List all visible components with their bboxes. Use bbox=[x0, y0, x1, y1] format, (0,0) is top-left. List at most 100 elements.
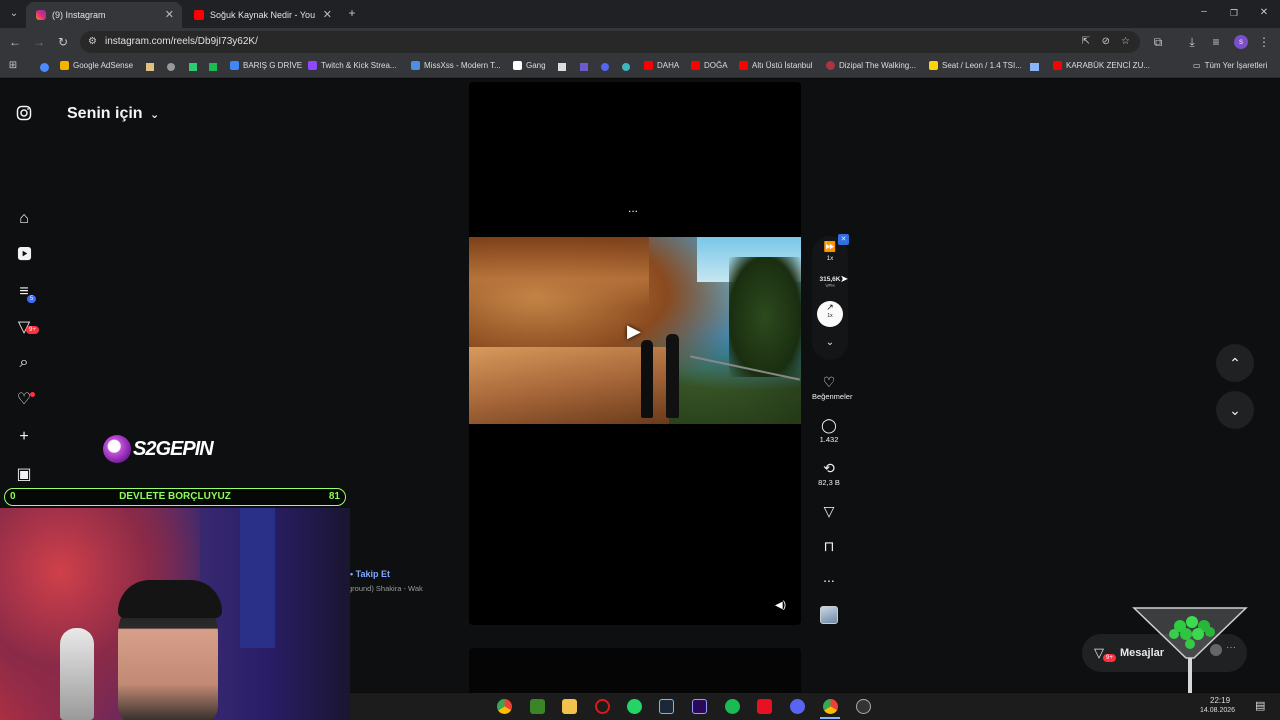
chevron-down-icon: ⌄ bbox=[150, 109, 160, 121]
create-icon[interactable]: + bbox=[14, 427, 34, 447]
spotify-icon[interactable] bbox=[725, 699, 740, 714]
more-options-icon[interactable]: ... bbox=[628, 201, 638, 215]
share-button[interactable]: ▽ bbox=[812, 503, 846, 519]
minecraft-icon[interactable] bbox=[530, 699, 545, 714]
whatsapp-icon[interactable] bbox=[627, 699, 642, 714]
opera-icon[interactable] bbox=[595, 699, 610, 714]
bookmark-icon[interactable] bbox=[167, 63, 175, 71]
obs-icon[interactable] bbox=[856, 699, 871, 714]
close-tab-icon[interactable]: ✕ bbox=[323, 8, 332, 21]
steam-icon[interactable] bbox=[659, 699, 674, 714]
chrome-icon[interactable] bbox=[497, 699, 512, 714]
repost-button[interactable]: ⟲ 82,3 B bbox=[812, 460, 846, 487]
close-tab-icon[interactable]: ✕ bbox=[165, 8, 174, 21]
next-reel-button[interactable]: ⌄ bbox=[1216, 391, 1254, 429]
bookmark-icon[interactable] bbox=[558, 63, 566, 71]
more-button[interactable]: ... bbox=[812, 569, 846, 585]
apps-icon[interactable]: ⊞ bbox=[5, 59, 21, 73]
new-tab-icon[interactable]: + bbox=[344, 6, 360, 20]
bookmark-item[interactable]: Google AdSense bbox=[60, 61, 133, 70]
more-icon: ... bbox=[823, 569, 835, 585]
bookmark-item[interactable]: KARABÜK ZENCİ ZU... bbox=[1053, 61, 1150, 70]
bookmark-icon[interactable] bbox=[1030, 63, 1039, 71]
play-icon[interactable]: ▶ bbox=[627, 321, 641, 342]
address-bar[interactable]: ⚙ instagram.com/reels/Db9jI73y62K/ ⇱ ⊘ ☆ bbox=[80, 31, 1140, 53]
chevron-down-icon[interactable]: ⌄ bbox=[812, 337, 848, 348]
bookmark-icon[interactable] bbox=[622, 63, 630, 71]
download-icon[interactable]: ⤓ bbox=[1184, 35, 1200, 49]
bookmark-item[interactable]: Altı Üstü İstanbul bbox=[739, 61, 812, 70]
home-icon[interactable]: ⌂ bbox=[14, 209, 34, 229]
menu-icon[interactable]: ⋮ bbox=[1256, 35, 1272, 49]
dashboard-icon[interactable]: ▣ bbox=[14, 465, 34, 485]
bookmark-item[interactable]: DOĞA bbox=[691, 61, 728, 70]
bookmark-item[interactable]: Gang bbox=[513, 61, 546, 70]
audio-thumbnail[interactable] bbox=[820, 606, 838, 624]
audio-track[interactable]: ground) Shakira - Wak bbox=[348, 584, 423, 593]
bookmark-icon[interactable] bbox=[40, 63, 49, 72]
minimize-icon[interactable]: – bbox=[1196, 5, 1212, 19]
youtube-icon bbox=[194, 10, 204, 20]
restore-icon[interactable]: ❐ bbox=[1226, 6, 1242, 20]
folder-icon: ▭ bbox=[1193, 61, 1201, 70]
bookmark-icon[interactable] bbox=[601, 63, 609, 71]
profile-avatar[interactable]: s bbox=[1234, 35, 1248, 49]
site-info-icon[interactable]: ⚙ bbox=[88, 31, 97, 53]
bookmark-icon[interactable] bbox=[580, 63, 588, 71]
reels-icon[interactable] bbox=[14, 246, 34, 266]
all-bookmarks[interactable]: ▭ Tüm Yer İşaretleri bbox=[1193, 61, 1267, 70]
tab-search-icon[interactable]: ≡ bbox=[1208, 35, 1224, 49]
instagram-icon bbox=[36, 10, 46, 20]
app-icon[interactable] bbox=[757, 699, 772, 714]
hair bbox=[118, 580, 222, 618]
reload-icon[interactable]: ↻ bbox=[55, 35, 71, 49]
clock-time[interactable]: 22:19 bbox=[1210, 696, 1230, 705]
send-icon: ▽ bbox=[823, 503, 835, 519]
discord-icon[interactable] bbox=[790, 699, 805, 714]
bookmark-icon: ⊓ bbox=[823, 538, 835, 554]
follow-link[interactable]: • Takip Et bbox=[350, 569, 390, 579]
bookmark-item[interactable]: Seat / Leon / 1.4 TSI... bbox=[929, 61, 1022, 70]
back-icon[interactable]: ← bbox=[7, 35, 23, 49]
premiere-icon[interactable] bbox=[692, 699, 707, 714]
save-button[interactable]: ⊓ bbox=[812, 538, 846, 554]
close-window-icon[interactable]: ✕ bbox=[1256, 6, 1272, 20]
video-player[interactable]: ▶ bbox=[469, 237, 801, 424]
extension-badge-icon[interactable]: ✕ bbox=[838, 234, 849, 245]
bookmark-icon[interactable] bbox=[189, 63, 197, 71]
feeds-badge: 5 bbox=[27, 295, 37, 303]
extensions-icon[interactable]: ⧉ bbox=[1150, 35, 1166, 49]
bookmark-item[interactable]: DAHA bbox=[644, 61, 679, 70]
search-icon[interactable]: ⌕ bbox=[14, 353, 34, 373]
likes-label: Beğenmeler bbox=[812, 392, 853, 401]
comment-button[interactable]: ◯ 1.432 bbox=[812, 417, 846, 444]
feed-title[interactable]: Senin için ⌄ bbox=[67, 105, 159, 123]
eye-off-icon[interactable]: ⊘ bbox=[1102, 31, 1110, 53]
previous-reel-button[interactable]: ⌃ bbox=[1216, 344, 1254, 382]
bookmark-icon[interactable] bbox=[209, 63, 217, 71]
file-explorer-icon[interactable] bbox=[562, 699, 577, 714]
star-icon[interactable]: ☆ bbox=[1121, 31, 1130, 53]
forward-icon[interactable]: → bbox=[31, 35, 47, 49]
tab-instagram[interactable]: (9) Instagram ✕ bbox=[26, 2, 182, 28]
tab-search-icon[interactable]: ⌄ bbox=[6, 7, 22, 21]
next-reel-preview[interactable] bbox=[469, 648, 801, 698]
notification-center-icon[interactable]: ▤ bbox=[1255, 699, 1265, 712]
bookmark-item[interactable]: Dizipal The Walking... bbox=[826, 61, 916, 70]
trend-button[interactable]: ↗ 1x bbox=[817, 301, 843, 327]
bookmark-icon[interactable] bbox=[146, 63, 154, 71]
instagram-logo-icon[interactable] bbox=[14, 105, 34, 125]
tab-youtube[interactable]: Soğuk Kaynak Nedir - YouTu ✕ bbox=[184, 2, 340, 28]
person-figure bbox=[666, 334, 679, 418]
messages-nav-badge: 9+ bbox=[26, 326, 39, 334]
logo-icon bbox=[103, 435, 131, 463]
install-icon[interactable]: ⇱ bbox=[1082, 31, 1090, 53]
chrome-active-icon[interactable] bbox=[823, 699, 838, 714]
active-indicator bbox=[820, 717, 840, 719]
clock-date[interactable]: 14.08.2026 bbox=[1200, 707, 1235, 714]
bookmark-item[interactable]: Twitch & Kick Strea... bbox=[308, 61, 397, 70]
like-button[interactable]: ♡ Beğenmeler bbox=[812, 374, 853, 401]
bookmark-item[interactable]: MissXss - Modern T... bbox=[411, 61, 501, 70]
bookmark-item[interactable]: BARIŞ G DRİVE bbox=[230, 61, 302, 70]
volume-icon[interactable]: ◀) bbox=[775, 600, 786, 611]
